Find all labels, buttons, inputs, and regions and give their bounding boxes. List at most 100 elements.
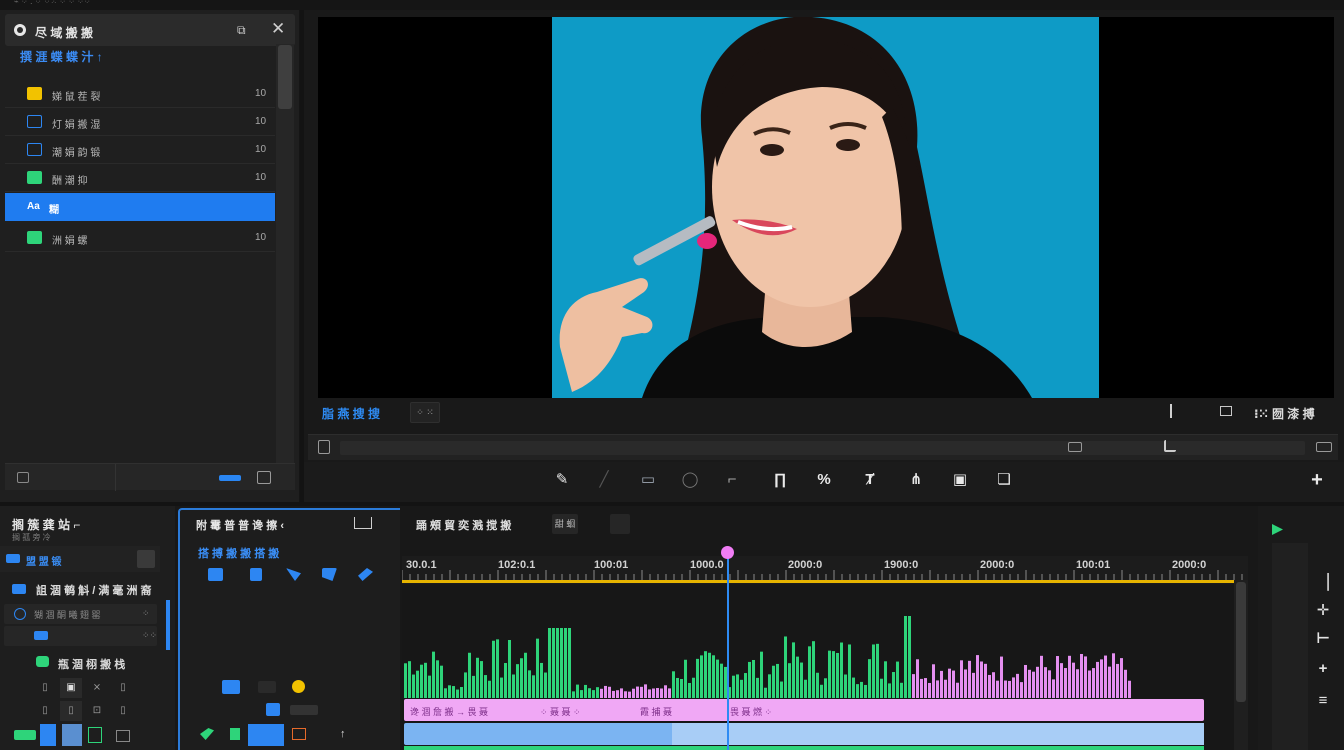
project-clip-item[interactable]: 猢 涸 酮 曦 翅 罂 ⁘	[4, 604, 157, 624]
razor-tool-icon[interactable]: ✎	[552, 471, 572, 489]
viewer-settings-label[interactable]: ⁝⁙ 囫 漆 搏	[1254, 405, 1315, 422]
crop-tool-icon[interactable]: ▭	[638, 471, 658, 489]
video-clip-blue-segment[interactable]	[672, 723, 1204, 745]
track-video-icon[interactable]	[222, 680, 240, 694]
bookmark-icon[interactable]	[40, 724, 56, 746]
project-toolbar-row[interactable]: 盟 盟 锻	[0, 546, 160, 572]
grid-cell-icon[interactable]: ▯	[34, 701, 56, 721]
chat-icon[interactable]	[14, 730, 36, 740]
picture-tool-icon[interactable]: ▣	[950, 471, 970, 489]
scrubber-track[interactable]	[340, 441, 1305, 455]
meter-level-icon[interactable]: ▕	[1312, 572, 1334, 594]
project-folder-green-label[interactable]: 瓶 涸 栩 搬 栈	[58, 656, 125, 672]
waveform-bar	[612, 690, 615, 698]
waveform-bar	[1060, 663, 1063, 698]
effect-item-active[interactable]: Aa 糊	[5, 193, 275, 221]
track-mute-icon[interactable]	[230, 728, 240, 740]
waveform-bar	[1028, 669, 1031, 698]
track-selected-button[interactable]	[248, 724, 284, 746]
waveform-bar	[924, 678, 927, 698]
text-tool-icon[interactable]: Ⱦ	[860, 471, 880, 489]
waveform-bar	[512, 674, 515, 698]
corner-tool-icon[interactable]: ⌐	[722, 471, 742, 489]
effect-item[interactable]: 酬 潮 抑 10	[5, 164, 275, 192]
panel-icon[interactable]	[257, 471, 271, 484]
track-header-subtitle[interactable]: 搭 搏 搬 搬 搭 搬	[198, 545, 279, 561]
waveform-bar	[712, 655, 715, 698]
effect-item[interactable]: 潮 娟 韵 锻 10	[5, 136, 275, 164]
track-record-icon[interactable]	[292, 728, 306, 740]
mark-in-icon[interactable]	[1170, 404, 1184, 418]
marker-icon[interactable]	[1068, 442, 1082, 452]
effects-tool-icon[interactable]: ⋔	[906, 471, 926, 489]
playhead-handle[interactable]	[721, 546, 734, 559]
settings-icon[interactable]	[116, 730, 130, 742]
insert-icon[interactable]: ⊢	[1312, 628, 1334, 650]
waveform-bar	[636, 686, 639, 698]
layers-icon[interactable]	[88, 727, 102, 743]
timeline-snap-icon[interactable]	[610, 514, 630, 534]
viewer-timecode-badge[interactable]: ⁘ ⁙	[410, 402, 440, 423]
waveform-bar	[1092, 668, 1095, 698]
toggle-icon[interactable]	[219, 475, 241, 481]
project-folder-label[interactable]: 詛 涸 鹌 斛 / 满 毫 洲 裔	[36, 582, 152, 598]
duplicate-icon[interactable]: ⧉	[237, 23, 251, 37]
effects-section-title[interactable]: 撰 涯 蝶 蝶 汁 ↑	[20, 48, 103, 65]
close-icon[interactable]: ✕	[271, 20, 285, 38]
ruler-label: 2000:0	[788, 559, 823, 571]
new-bin-button[interactable]	[137, 550, 155, 568]
trim-tool-icon[interactable]: ∏	[770, 471, 790, 489]
waveform-bar	[1088, 670, 1091, 698]
timeline-zoom-button[interactable]: 甜 蛔	[552, 514, 578, 534]
waveform-bar	[908, 616, 911, 698]
export-tool-icon[interactable]: ❏	[994, 471, 1014, 489]
waveform-bar	[656, 688, 659, 698]
audio-waveform[interactable]	[404, 610, 1234, 698]
line-tool-icon[interactable]: ╱	[596, 471, 612, 489]
grid-cell-icon[interactable]: ▯	[34, 678, 56, 698]
preview-frame[interactable]	[552, 17, 1099, 398]
track-arrow-icon[interactable]: ↑	[340, 728, 346, 740]
waveform-bar	[648, 689, 651, 698]
speed-tool-icon[interactable]: %	[814, 471, 834, 489]
add-track-icon[interactable]: +	[1312, 658, 1334, 680]
track-clip-icon[interactable]	[266, 703, 280, 716]
work-area-bar[interactable]	[402, 580, 1234, 583]
effect-item[interactable]: 洲 娟 螺 10	[5, 224, 275, 252]
project-clip-item[interactable]: ⁘⁘	[4, 626, 157, 646]
mask-tool-icon[interactable]: ◯	[680, 471, 700, 489]
menu-icon[interactable]: ≡	[1312, 690, 1334, 712]
film-icon[interactable]	[318, 440, 330, 454]
effect-item[interactable]: 灯 娟 搬 湿 10	[5, 108, 275, 136]
audio-clip-green-strip[interactable]	[404, 746, 1204, 750]
effect-item[interactable]: 娣 鼠 茬 裂 10	[5, 80, 275, 108]
audio-clip-pink[interactable]	[404, 699, 1204, 721]
effects-scrollbar-thumb[interactable]	[278, 45, 292, 109]
waveform-bar	[784, 636, 787, 698]
ruler-label: 30.0.1	[406, 559, 437, 571]
rectangle-icon[interactable]	[250, 568, 262, 581]
waveform-bar	[1068, 655, 1071, 698]
fullscreen-icon[interactable]	[1220, 406, 1232, 416]
layout-icon[interactable]	[17, 472, 29, 483]
clip-icon[interactable]	[62, 724, 82, 746]
marker-icon[interactable]	[1164, 440, 1176, 452]
grid-cell-icon[interactable]: ▯	[112, 701, 134, 721]
playhead[interactable]	[727, 556, 729, 750]
grid-cell-icon[interactable]: ⨯	[86, 678, 108, 698]
track-label-chip[interactable]	[290, 705, 318, 715]
track-face-icon[interactable]	[292, 680, 305, 693]
track-lock-icon[interactable]	[258, 681, 276, 693]
tray-icon[interactable]	[354, 517, 372, 529]
grid-cell-icon[interactable]: ⊡	[86, 701, 108, 721]
waveform-bar	[520, 658, 523, 698]
waveform-bar	[716, 659, 719, 698]
grid-cell-icon[interactable]: ▣	[60, 678, 82, 698]
add-icon[interactable]: +	[1306, 470, 1328, 490]
ruler-icon[interactable]	[1316, 442, 1332, 452]
move-icon[interactable]: ✛	[1312, 600, 1334, 622]
grid-cell-icon[interactable]: ▯	[112, 678, 134, 698]
timeline-scrollbar-thumb[interactable]	[1236, 582, 1246, 702]
rectangle-icon[interactable]	[208, 568, 223, 581]
grid-cell-icon[interactable]: ▯	[60, 701, 82, 721]
